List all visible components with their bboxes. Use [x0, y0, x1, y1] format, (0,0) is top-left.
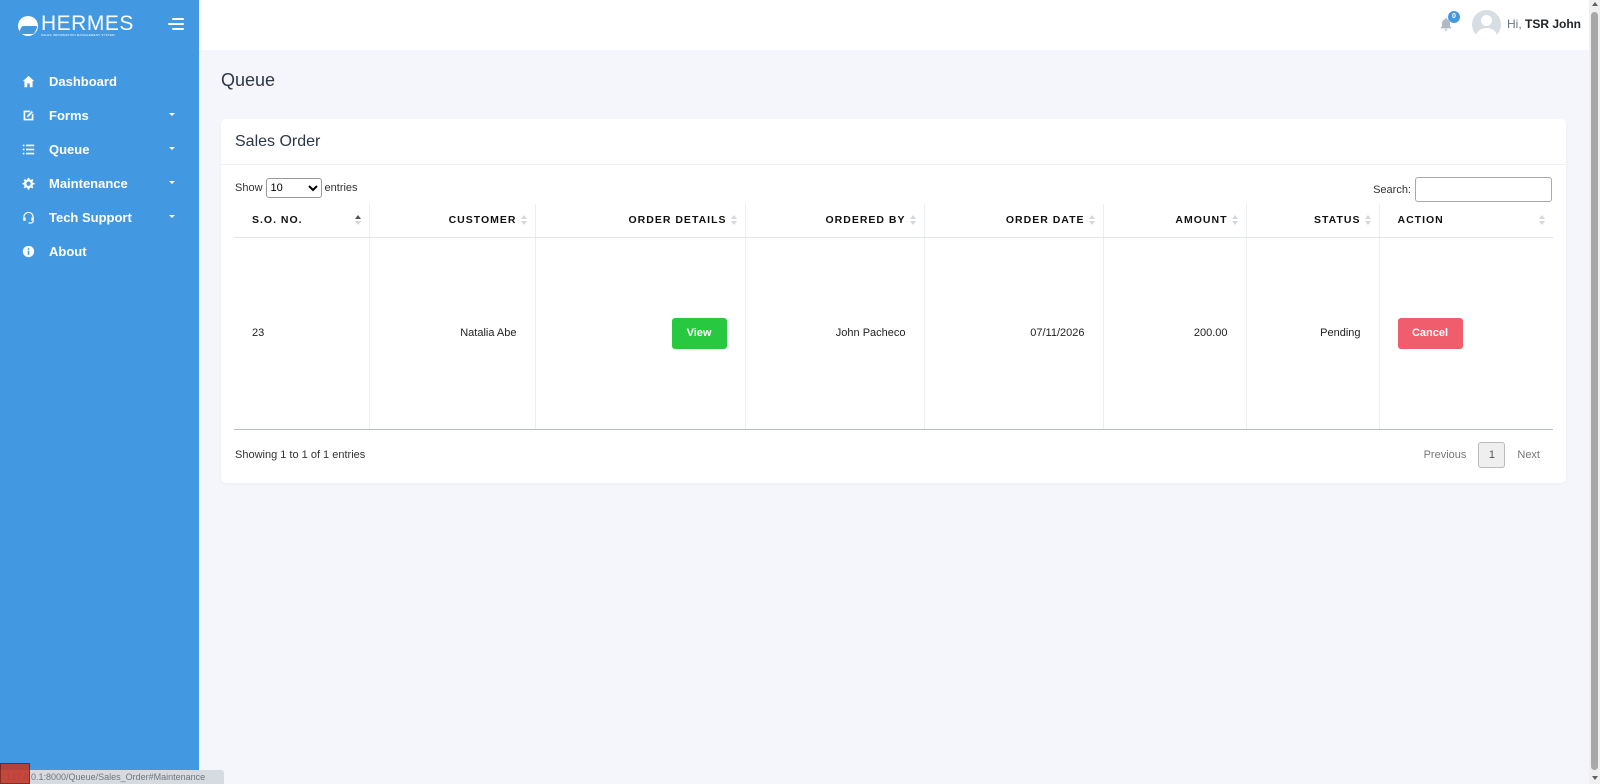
top-bar: 0 Hi, TSR John [199, 0, 1589, 50]
sidebar-item-about[interactable]: About [0, 234, 199, 268]
sidebar-item-label: About [49, 243, 87, 259]
cell-action: Cancel [1378, 237, 1553, 430]
scroll-up-arrow-icon[interactable] [1592, 2, 1598, 6]
cell-status: Pending [1245, 237, 1379, 430]
chevron-down-icon [169, 147, 175, 150]
avatar[interactable] [1472, 10, 1501, 39]
brand-logo[interactable]: HERMES SALES INFORMATION MANAGEMENT SYST… [18, 12, 134, 37]
chevron-down-icon [169, 113, 175, 116]
column-header-ordered-by[interactable]: ORDERED BY [744, 204, 924, 238]
column-header-so-no[interactable]: S.O. NO. [234, 204, 369, 238]
pagination-page-1[interactable]: 1 [1478, 442, 1506, 468]
browser-status-url: 127.0.0.1:8000/Queue/Sales_Order#Mainten… [0, 770, 224, 784]
user-greeting[interactable]: Hi, TSR John [1507, 17, 1581, 31]
table-header-row: S.O. NO. CUSTOMER ORDER DETAILS ORDERED … [234, 204, 1553, 238]
table-search: Search: [1373, 177, 1552, 202]
column-header-amount[interactable]: AMOUNT [1102, 204, 1246, 238]
show-label: Show [235, 182, 263, 194]
scroll-down-arrow-icon[interactable] [1592, 776, 1598, 780]
gear-icon [22, 177, 35, 190]
sort-asc-icon [354, 215, 361, 225]
sidebar-item-label: Dashboard [49, 73, 117, 89]
brand-name: HERMES [41, 12, 134, 35]
cell-order-details: View [534, 237, 745, 430]
sales-order-card: Sales Order Show 10 entries Search: S.O.… [221, 119, 1566, 483]
headset-icon [22, 211, 35, 224]
pagination-previous[interactable]: Previous [1412, 449, 1479, 461]
sort-icon [520, 215, 527, 225]
sort-icon [1088, 215, 1095, 225]
sort-icon [909, 215, 916, 225]
debug-overlay-icon [0, 763, 30, 784]
column-header-customer[interactable]: CUSTOMER [368, 204, 535, 238]
sidebar-item-forms[interactable]: Forms [0, 98, 199, 132]
greeting-prefix: Hi, [1507, 17, 1522, 31]
pagination: Previous 1 Next [1412, 442, 1552, 468]
sidebar-item-queue[interactable]: Queue [0, 132, 199, 166]
sort-icon [1539, 215, 1545, 225]
column-header-order-date[interactable]: ORDER DATE [923, 204, 1103, 238]
column-header-status[interactable]: STATUS [1245, 204, 1379, 238]
table-info: Showing 1 to 1 of 1 entries [235, 449, 366, 461]
view-button[interactable]: View [671, 317, 727, 349]
chevron-down-icon [169, 215, 175, 218]
user-name: TSR John [1525, 17, 1582, 31]
card-header: Sales Order [221, 119, 1566, 165]
cell-customer: Natalia Abe [368, 237, 535, 430]
sidebar-item-label: Forms [49, 107, 89, 123]
home-icon [22, 75, 35, 88]
cell-ordered-by: John Pacheco [744, 237, 924, 430]
page-title: Queue [221, 70, 276, 90]
scrollbar-thumb[interactable] [1591, 12, 1598, 770]
card-title: Sales Order [235, 133, 321, 150]
sort-icon [1364, 215, 1371, 225]
entries-label: entries [324, 182, 358, 194]
notification-badge: 0 [1448, 11, 1460, 23]
sidebar-item-label: Queue [49, 141, 90, 157]
column-header-action[interactable]: ACTION [1378, 204, 1553, 238]
column-header-order-details[interactable]: ORDER DETAILS [534, 204, 745, 238]
sidebar-item-tech-support[interactable]: Tech Support [0, 200, 199, 234]
search-input[interactable] [1415, 177, 1552, 202]
entries-select[interactable]: 10 [265, 178, 322, 198]
search-label: Search: [1373, 183, 1411, 196]
info-icon [22, 245, 35, 258]
sidebar: HERMES SALES INFORMATION MANAGEMENT SYST… [0, 0, 199, 784]
cell-so-no: 23 [234, 237, 369, 430]
sidebar-item-maintenance[interactable]: Maintenance [0, 166, 199, 200]
sort-icon [1231, 215, 1238, 225]
sidebar-nav: Dashboard Forms Queue Maintenance Tech S… [0, 64, 199, 268]
list-icon [22, 143, 35, 156]
chevron-down-icon [169, 181, 175, 184]
cell-order-date: 07/11/2026 [923, 237, 1103, 430]
hermes-logo-icon [18, 15, 38, 36]
page-scrollbar[interactable] [1589, 0, 1600, 784]
edit-icon [22, 109, 35, 122]
table-row: 23 Natalia Abe View John Pacheco 07/11/2… [234, 237, 1553, 430]
sort-icon [730, 215, 737, 225]
sales-order-table: S.O. NO. CUSTOMER ORDER DETAILS ORDERED … [234, 204, 1553, 430]
menu-toggle-icon[interactable] [168, 17, 184, 31]
sidebar-item-label: Tech Support [49, 209, 132, 225]
sidebar-item-label: Maintenance [49, 175, 128, 191]
entries-length-control: Show 10 entries [235, 178, 358, 198]
sidebar-item-dashboard[interactable]: Dashboard [0, 64, 199, 98]
pagination-next[interactable]: Next [1505, 449, 1552, 461]
cell-amount: 200.00 [1102, 237, 1246, 430]
cancel-button[interactable]: Cancel [1397, 317, 1463, 349]
